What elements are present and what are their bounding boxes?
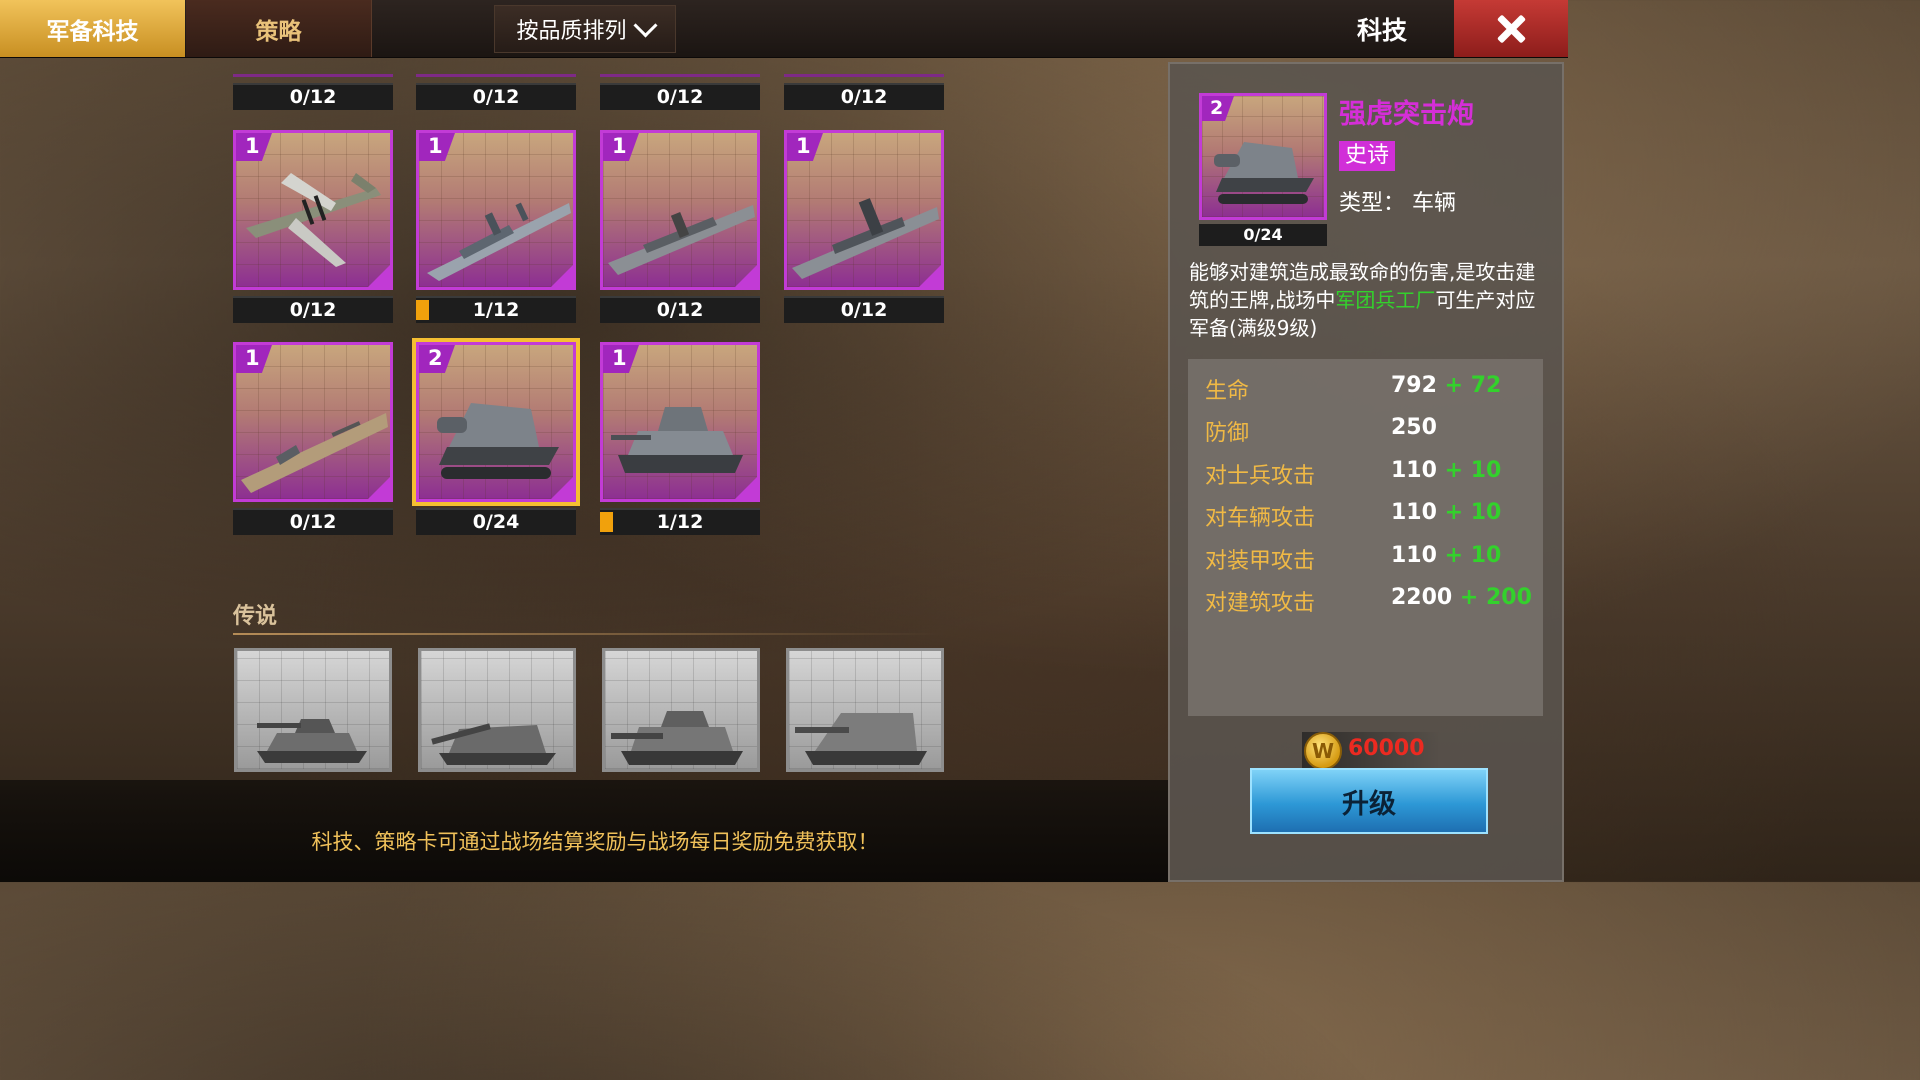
- card-progress: 0/12: [233, 508, 393, 535]
- upgrade-button[interactable]: 升级: [1250, 768, 1488, 834]
- stats-panel: 生命 792 + 72 防御 250 对士兵攻击 110 + 10 对车辆攻击 …: [1188, 359, 1543, 716]
- footer-tip: 科技、策略卡可通过战场结算奖励与战场每日奖励免费获取！: [311, 830, 879, 854]
- detail-progress: 0/24: [1199, 224, 1327, 246]
- progress-fill: [416, 300, 429, 320]
- artillery-icon: [431, 723, 556, 765]
- card-edge: [233, 74, 393, 77]
- detail-card-image: 2: [1199, 93, 1327, 220]
- legendary-card-3[interactable]: [602, 648, 760, 772]
- stat-row-defense: 防御 250: [1205, 415, 1437, 446]
- tank-destroyer-icon: [795, 713, 927, 765]
- tech-card-assault-gun[interactable]: 2: [416, 342, 576, 502]
- stat-row-vs-building: 对建筑攻击 2200 + 200: [1205, 585, 1532, 616]
- tech-card-carrier[interactable]: 1: [233, 342, 393, 502]
- card-edge: [600, 74, 760, 77]
- progress-fill: [600, 512, 613, 532]
- card-progress: 0/12: [600, 296, 760, 323]
- coin-icon: W: [1304, 732, 1342, 770]
- page-title: 科技: [1356, 15, 1407, 45]
- tech-card-light-tank[interactable]: 1: [600, 342, 760, 502]
- upgrade-cost: 60000: [1348, 736, 1425, 761]
- card-progress: 0/12: [784, 296, 944, 323]
- sort-dropdown-label: 按品质排列: [516, 19, 627, 44]
- card-progress: 0/12: [233, 296, 393, 323]
- close-icon: [1496, 14, 1526, 44]
- section-title-legendary: 传说: [233, 604, 278, 629]
- chevron-down-icon: [632, 12, 658, 38]
- tab-military-tech[interactable]: 军备科技: [0, 0, 185, 57]
- tech-card-battleship[interactable]: 1: [784, 130, 944, 290]
- rarity-badge: 史诗: [1339, 141, 1396, 171]
- stat-row-vs-infantry: 对士兵攻击 110 + 10: [1205, 458, 1502, 489]
- unit-type: 类型： 车辆: [1339, 191, 1456, 216]
- unit-description: 能够对建筑造成最致命的伤害,是攻击建筑的王牌,战场中军团兵工厂可生产对应军备(满…: [1189, 260, 1536, 340]
- tech-card-fighter[interactable]: 1: [233, 130, 393, 290]
- stat-row-hp: 生命 792 + 72: [1205, 373, 1502, 404]
- sort-dropdown[interactable]: 按品质排列: [494, 5, 676, 53]
- stat-row-vs-armor: 对装甲攻击 110 + 10: [1205, 543, 1502, 574]
- section-divider: [233, 633, 943, 635]
- tank-icon: [257, 719, 367, 763]
- tech-card-destroyer[interactable]: 1: [416, 130, 576, 290]
- card-progress: 0/12: [600, 83, 760, 110]
- legion-arsenal-link: 军团兵工厂: [1335, 288, 1436, 312]
- tech-card-cruiser[interactable]: 1: [600, 130, 760, 290]
- card-progress: 0/12: [784, 83, 944, 110]
- card-progress: 0/12: [416, 83, 576, 110]
- card-progress: 1/12: [600, 508, 760, 535]
- card-progress: 0/24: [416, 508, 576, 535]
- legendary-card-4[interactable]: [786, 648, 944, 772]
- close-button[interactable]: [1454, 0, 1568, 57]
- legendary-card-1[interactable]: [234, 648, 392, 772]
- card-edge: [416, 74, 576, 77]
- card-progress: 1/12: [416, 296, 576, 323]
- card-edge: [784, 74, 944, 77]
- card-progress: 0/12: [233, 83, 393, 110]
- tab-strategy[interactable]: 策略: [186, 0, 372, 57]
- legendary-card-2[interactable]: [418, 648, 576, 772]
- tiger-tank-icon: [611, 711, 743, 765]
- unit-name: 强虎突击炮: [1339, 99, 1474, 130]
- stat-row-vs-vehicle: 对车辆攻击 110 + 10: [1205, 500, 1502, 531]
